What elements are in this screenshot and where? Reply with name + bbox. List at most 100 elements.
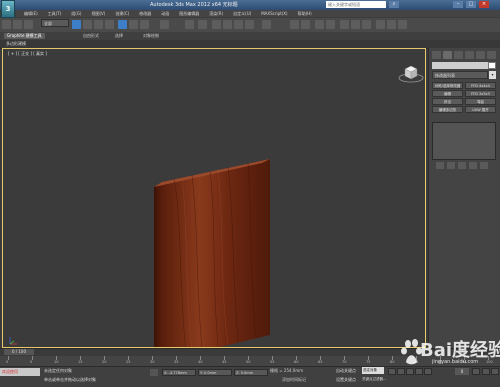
rendered-frame-icon[interactable] [387, 20, 396, 29]
select-object-icon[interactable] [72, 20, 81, 29]
menu-item-help[interactable]: 帮助(H) [298, 11, 312, 17]
menu-item-modifiers[interactable]: 修改器 [139, 11, 151, 17]
make-unique-icon[interactable] [458, 162, 466, 169]
time-slider-handle[interactable]: 0 / 100 [4, 349, 34, 355]
auto-key-button[interactable]: 自动关键点 [336, 368, 356, 374]
select-and-scale-icon[interactable] [140, 20, 149, 29]
chevron-down-icon[interactable]: ▾ [489, 71, 496, 79]
show-end-result-icon[interactable] [447, 162, 455, 169]
modifier-button[interactable]: 编辑多边形 [432, 106, 463, 113]
search-input[interactable]: 键入关键字或短语 [326, 1, 386, 8]
select-and-move-icon[interactable] [118, 20, 127, 29]
pin-stack-icon[interactable] [436, 162, 444, 169]
menu-item-tools[interactable]: 工具(T) [48, 11, 62, 17]
select-and-rotate-icon[interactable] [129, 20, 138, 29]
percent-snap-icon[interactable] [234, 20, 243, 29]
x-coordinate-field[interactable]: X: -4.778mm [162, 369, 196, 376]
redo-icon[interactable] [13, 20, 22, 29]
menu-item-create[interactable]: 创建(C) [115, 11, 129, 17]
track-bar-tick-label: 60 [294, 360, 299, 364]
tab-selection[interactable]: 选择 [112, 33, 126, 39]
hierarchy-tab-icon[interactable] [454, 51, 463, 59]
set-key-button[interactable]: 设置关键点 [336, 377, 356, 383]
motion-tab-icon[interactable] [465, 51, 474, 59]
app-logo-icon[interactable]: 3 [1, 0, 15, 18]
z-coordinate-field[interactable]: Z: 0.0mm [234, 369, 268, 376]
create-tab-icon[interactable] [432, 51, 441, 59]
maximize-icon[interactable]: □ [466, 1, 476, 8]
named-selection-icon[interactable] [262, 20, 271, 29]
modifier-list-dropdown[interactable]: 修改器列表 [432, 71, 488, 79]
menu-item-views[interactable]: 视图(V) [91, 11, 105, 17]
angle-snap-icon[interactable] [223, 20, 232, 29]
track-bar-tick-label: 30 [150, 360, 155, 364]
selection-filter-dropdown[interactable]: 全部 [41, 19, 69, 27]
minimize-icon[interactable]: – [453, 1, 463, 8]
rectangular-selection-icon[interactable] [94, 20, 103, 29]
wooden-door-panel[interactable] [152, 109, 282, 348]
menu-bar: 编辑(E) 工具(T) 组(G) 视图(V) 创建(C) 修改器 动画 图形编辑… [16, 10, 500, 17]
key-filters-button[interactable]: 关键点过滤器... [362, 377, 386, 382]
menu-item-animation[interactable]: 动画 [161, 11, 169, 17]
modifier-button[interactable]: FFD 4x4x4 [465, 82, 496, 89]
object-name-field[interactable] [432, 62, 496, 69]
viewport-label[interactable]: [ + ] [ 正交 ] [ 真实 ] [8, 51, 47, 57]
display-tab-icon[interactable] [476, 51, 485, 59]
menu-item-maxscript[interactable]: MAXScript(X) [261, 11, 287, 16]
close-icon[interactable]: × [479, 1, 489, 8]
graphite-toggle-icon[interactable] [326, 20, 335, 29]
utilities-tab-icon[interactable] [487, 51, 496, 59]
modifier-button[interactable]: 编辑 [432, 90, 463, 97]
manipulate-icon[interactable] [198, 20, 207, 29]
menu-item-rendering[interactable]: 渲染(R) [209, 11, 223, 17]
x-label: X: [164, 371, 168, 375]
viewcube-icon[interactable] [398, 63, 424, 83]
reference-coordinate-icon[interactable] [160, 20, 169, 29]
material-editor-icon[interactable] [362, 20, 371, 29]
z-label: Z: [236, 371, 240, 375]
render-production-icon[interactable] [398, 20, 407, 29]
perspective-viewport[interactable]: [ + ] [ 正交 ] [ 真实 ] [2, 48, 426, 348]
modifier-stack[interactable] [432, 122, 496, 160]
search-icon[interactable]: ⌕ [389, 1, 399, 8]
curve-editor-icon[interactable] [340, 20, 349, 29]
menu-item-edit[interactable]: 编辑(E) [24, 11, 38, 17]
mirror-icon[interactable] [290, 20, 299, 29]
render-setup-icon[interactable] [376, 20, 385, 29]
lock-selection-icon[interactable] [150, 369, 158, 376]
modifier-button[interactable]: 挤出 [432, 98, 463, 105]
snap-toggle-icon[interactable] [212, 20, 221, 29]
undo-icon[interactable] [2, 20, 11, 29]
y-coordinate-field[interactable]: Y: 0.0mm [198, 369, 232, 376]
select-by-name-icon[interactable] [83, 20, 92, 29]
polygon-modeling-label[interactable]: 多边形建模 [6, 41, 26, 47]
pivot-center-icon[interactable] [185, 20, 194, 29]
menu-item-group[interactable]: 组(G) [71, 11, 81, 17]
tab-graphite-modeling[interactable]: Graphite 建模工具 [4, 33, 45, 39]
selected-object-dropdown[interactable]: 选定对象 [362, 367, 384, 374]
menu-item-graph-editors[interactable]: 图形编辑器 [179, 11, 199, 17]
align-icon[interactable] [301, 20, 310, 29]
link-icon[interactable] [24, 20, 33, 29]
modifier-button[interactable]: FFD 3x3x3 [465, 90, 496, 97]
maxscript-listener[interactable]: 欢迎使用 [0, 368, 40, 376]
window-title: Autodesk 3ds Max 2012 x64 无标题 [150, 2, 238, 8]
add-time-tag-button[interactable]: 添加时间标记 [282, 377, 306, 383]
tab-object-paint[interactable]: 对象绘制 [140, 33, 162, 39]
modifier-button[interactable]: UVW 展开 [465, 106, 496, 113]
prompt-line: 单击或单击并拖动以选择对象 [44, 377, 96, 382]
remove-modifier-icon[interactable] [469, 162, 477, 169]
menu-item-customize[interactable]: 自定义(U) [233, 11, 251, 17]
schematic-view-icon[interactable] [351, 20, 360, 29]
track-bar-tick-label: 55 [270, 360, 275, 364]
tab-freeform[interactable]: 自由形式 [80, 33, 102, 39]
modifier-button[interactable]: 弯曲 [465, 98, 496, 105]
object-color-swatch[interactable] [488, 62, 496, 69]
spinner-snap-icon[interactable] [245, 20, 254, 29]
modifier-button[interactable]: 对称/选择修改器 [432, 82, 463, 89]
configure-modifier-sets-icon[interactable] [480, 162, 488, 169]
window-crossing-icon[interactable] [105, 20, 114, 29]
track-bar-tick-label: 15 [78, 360, 83, 364]
layer-manager-icon[interactable] [315, 20, 324, 29]
modify-tab-icon[interactable] [443, 51, 452, 59]
